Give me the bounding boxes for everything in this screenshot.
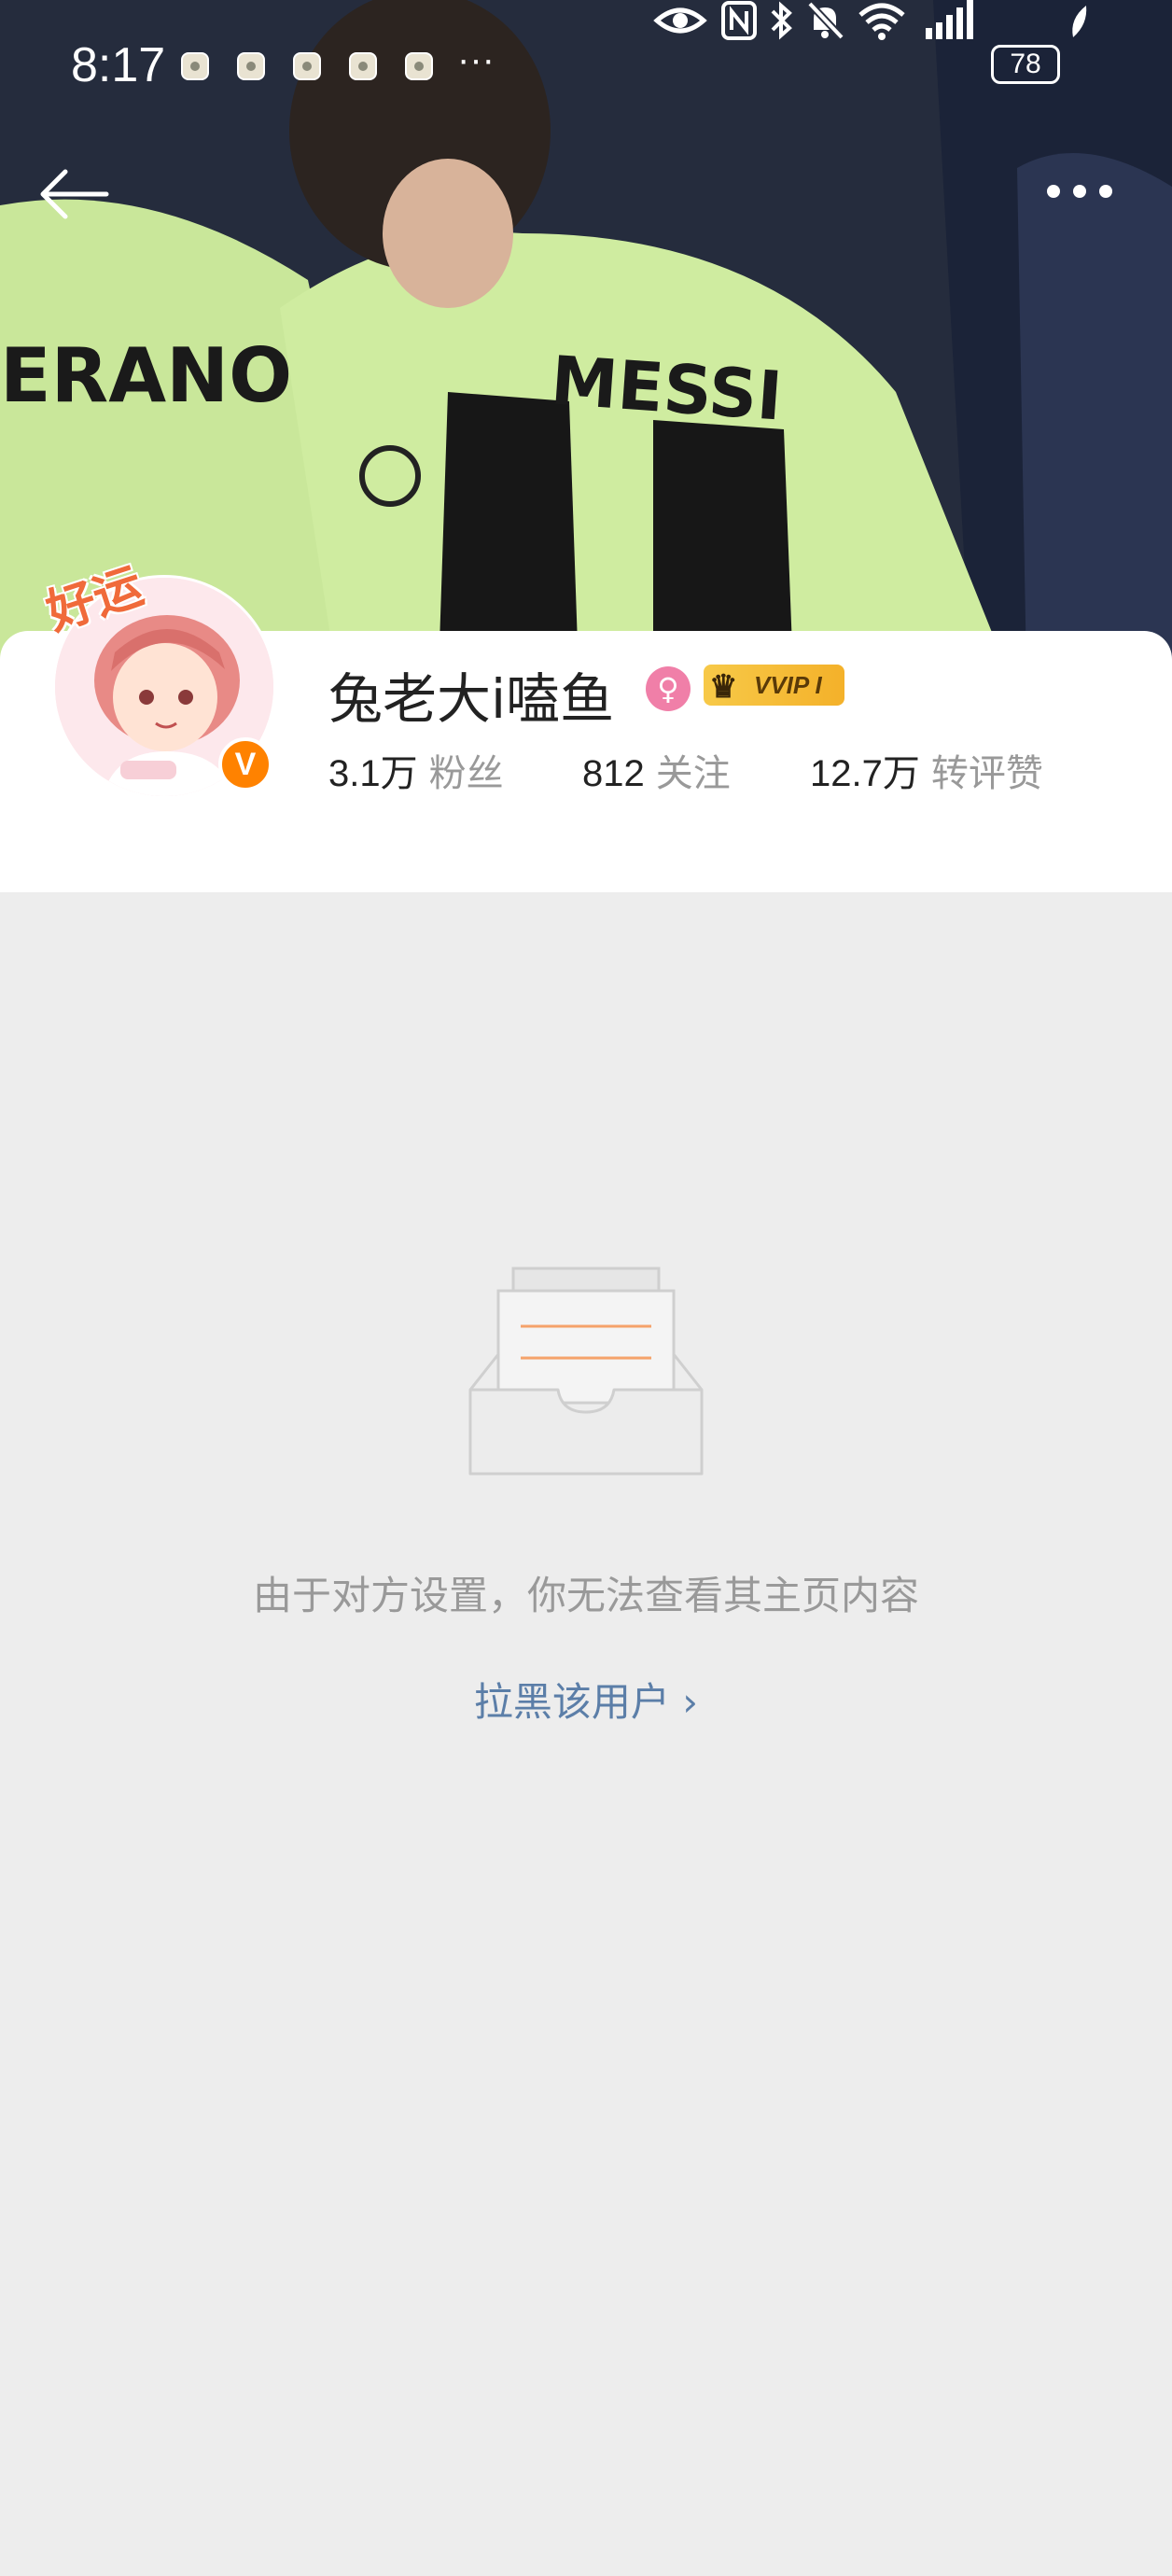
arrow-left-icon: [40, 169, 109, 219]
notification-icon: [349, 52, 377, 80]
crown-icon: ♛: [709, 669, 738, 705]
eye-icon: [653, 7, 707, 34]
empty-state-message: 由于对方设置，你无法查看其主页内容: [252, 1573, 919, 1618]
jersey-text-main: MESSI: [549, 341, 785, 435]
vip-label: VVIP I: [754, 671, 822, 699]
female-icon: ♀: [646, 666, 691, 711]
status-bar: 8:17 ··· 78: [0, 0, 1172, 135]
notification-icon: [237, 52, 265, 80]
bluetooth-icon: [771, 1, 792, 40]
profile-username: 兔老大i嗑鱼: [328, 667, 615, 731]
status-more-indicator: ···: [457, 39, 495, 80]
empty-box-icon: [468, 1267, 704, 1476]
signal-icon: [926, 0, 973, 39]
more-dots-icon: [1099, 185, 1112, 198]
battery-indicator: 78: [991, 45, 1060, 84]
stat-value: 12.7万: [810, 753, 920, 794]
stat-label: 粉丝: [428, 752, 504, 795]
stat-following[interactable]: 812 关注: [582, 743, 731, 797]
nfc-icon: [721, 1, 757, 40]
back-button[interactable]: [37, 166, 112, 222]
wifi-icon: [858, 3, 905, 40]
jersey-text-left: ERANO: [0, 332, 292, 419]
notification-icon: [405, 52, 433, 80]
stat-label: 转评赞: [930, 752, 1043, 795]
more-dots-icon: [1073, 185, 1086, 198]
stat-label: 关注: [655, 752, 731, 795]
stat-value: 3.1万: [328, 753, 418, 794]
notification-icon: [293, 52, 321, 80]
status-time: 8:17: [71, 38, 166, 92]
vip-badge[interactable]: ♛ VVIP I: [704, 665, 844, 706]
stat-followers[interactable]: 3.1万 粉丝: [328, 743, 504, 797]
stat-likes: 12.7万 转评赞: [810, 743, 1043, 797]
more-dots-icon: [1047, 185, 1060, 198]
avatar-container[interactable]: 好运 V: [40, 558, 282, 803]
leaf-icon: [1072, 6, 1087, 37]
stat-value: 812: [582, 753, 645, 794]
more-options-button[interactable]: [1043, 177, 1118, 205]
notification-icon: [181, 52, 209, 80]
verified-badge: V: [218, 737, 272, 791]
block-user-link[interactable]: 拉黑该用户 ›: [0, 1671, 1172, 1728]
mute-bell-icon: [807, 1, 844, 40]
